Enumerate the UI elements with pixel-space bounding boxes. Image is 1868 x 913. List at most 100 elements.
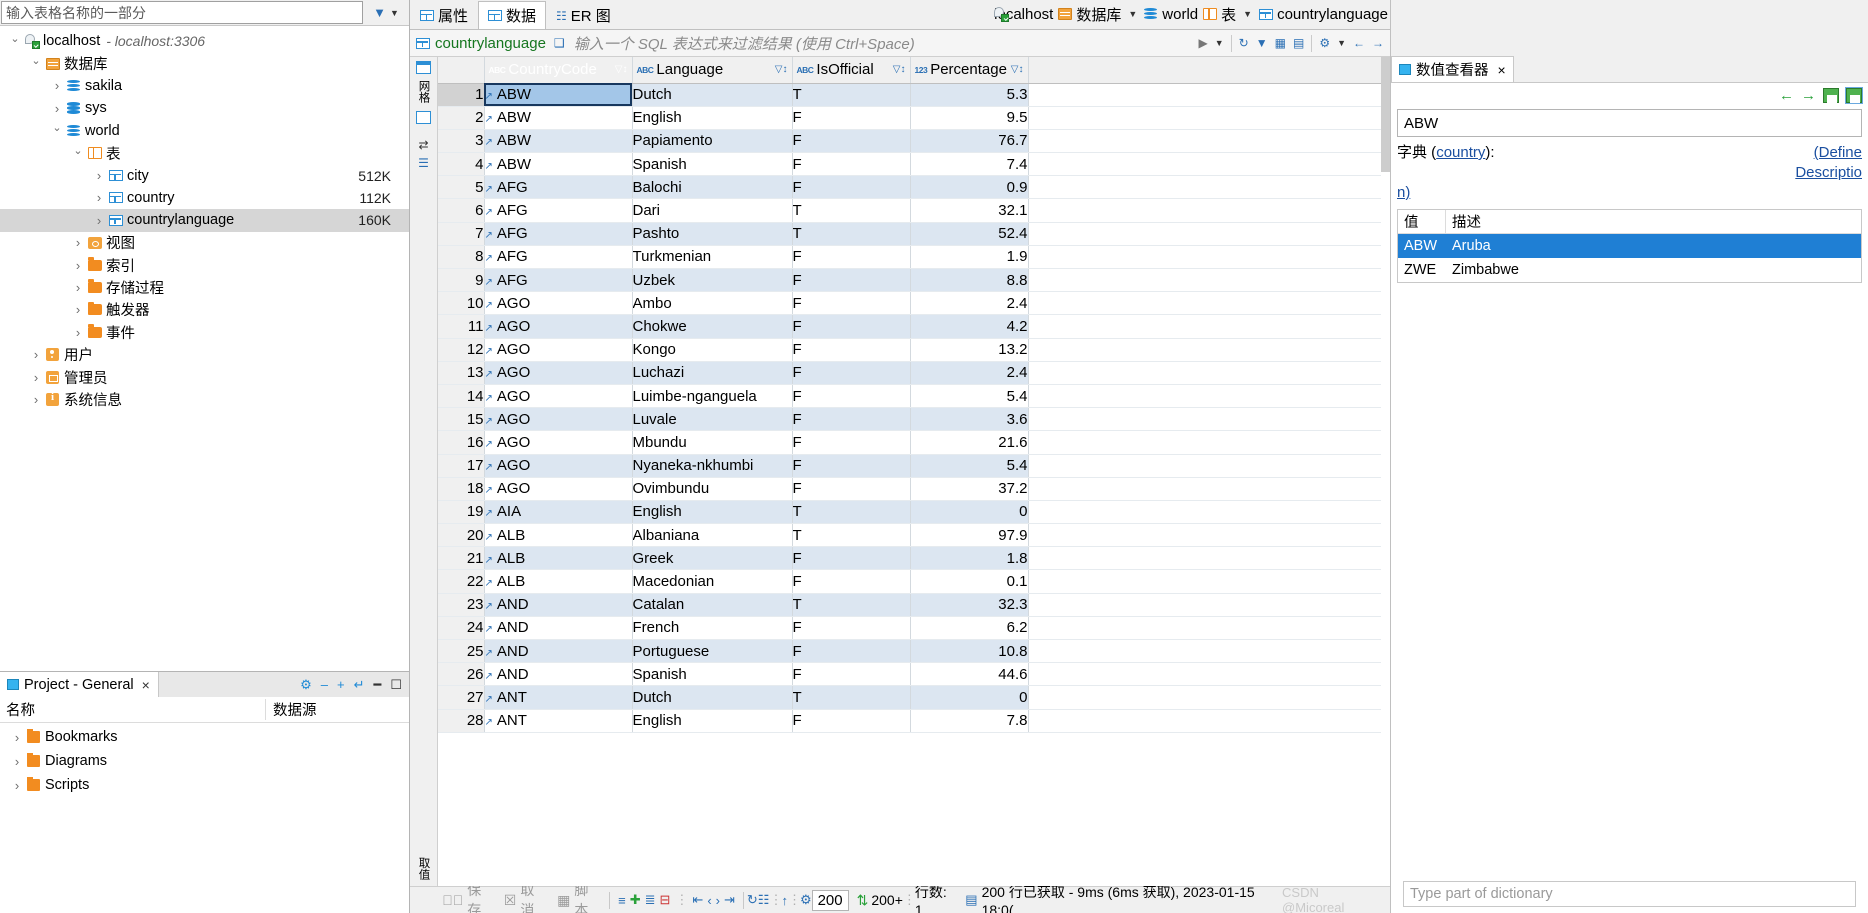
cell-countrycode[interactable]: ↗ AFG <box>484 222 633 246</box>
chevron-right-icon[interactable] <box>10 778 24 793</box>
cell-countrycode[interactable]: ↗ AIA <box>484 500 633 525</box>
tab-properties[interactable]: 属性 <box>410 1 479 29</box>
cell-isofficial[interactable]: T <box>792 523 911 548</box>
table-row[interactable]: 11 ↗ AGO Chokwe F 4.2 <box>438 314 1390 339</box>
cell-percentage[interactable]: 5.3 <box>910 83 1029 107</box>
tab-data[interactable]: 数据 <box>478 1 547 29</box>
expand-panel-icon[interactable]: ☰ <box>418 156 429 170</box>
grid-body[interactable]: 1 ↗ ABW Dutch T 5.3 2 ↗ ABW English F 9.5 3 ↗ ABW Papia… <box>438 83 1390 733</box>
table-row[interactable]: 10 ↗ AGO Ambo F 2.4 <box>438 291 1390 316</box>
chevron-right-icon[interactable] <box>71 235 85 250</box>
table-row[interactable]: 22 ↗ ALB Macedonian F 0.1 <box>438 569 1390 594</box>
row-number[interactable]: 3 <box>438 129 485 154</box>
cell-language[interactable]: Luimbe-nganguela <box>632 384 793 409</box>
row-number[interactable]: 18 <box>438 477 485 501</box>
cell-isofficial[interactable]: F <box>792 291 911 316</box>
duplicate-row-icon[interactable]: ≣ <box>645 892 656 908</box>
chevron-right-icon[interactable] <box>50 78 64 93</box>
tree-item-存储过程[interactable]: 存储过程 <box>0 276 409 298</box>
cell-isofficial[interactable]: F <box>792 338 911 362</box>
table-row[interactable]: 21 ↗ ALB Greek F 1.8 <box>438 546 1390 571</box>
chevron-down-icon[interactable]: ▼ <box>1215 38 1224 48</box>
cell-isofficial[interactable]: F <box>792 384 911 409</box>
grid-rownum-header[interactable] <box>438 57 485 84</box>
chevron-down-icon[interactable]: ▼ <box>390 8 399 18</box>
row-number[interactable]: 10 <box>438 291 485 316</box>
add-row-icon[interactable]: ✚ <box>630 892 641 908</box>
sort-filter-icon[interactable]: ▽↕ <box>1011 64 1024 75</box>
grid-column-header-IsOfficial[interactable]: ABC IsOfficial ▽↕ <box>792 57 911 84</box>
columns-icon[interactable]: ▤ <box>1293 36 1304 50</box>
prev-page-icon[interactable]: ‹ <box>707 893 711 908</box>
row-number[interactable]: 23 <box>438 593 485 617</box>
cell-isofficial[interactable]: F <box>792 152 911 177</box>
cell-countrycode[interactable]: ↗ ABW <box>484 152 633 177</box>
cell-isofficial[interactable]: T <box>792 685 911 710</box>
cell-percentage[interactable]: 44.6 <box>910 662 1029 687</box>
cell-isofficial[interactable]: F <box>792 616 911 641</box>
cell-isofficial[interactable]: F <box>792 454 911 478</box>
cell-language[interactable]: Ambo <box>632 291 793 316</box>
breadcrumb-item-表[interactable]: 表 <box>1203 4 1236 25</box>
cell-isofficial[interactable]: T <box>792 500 911 525</box>
cell-countrycode[interactable]: ↗ AND <box>484 662 633 687</box>
grid-column-header-Language[interactable]: ABC Language ▽↕ <box>632 57 793 84</box>
cell-countrycode[interactable]: ↗ ABW <box>484 106 633 130</box>
row-number[interactable]: 12 <box>438 338 485 362</box>
cell-countrycode[interactable]: ↗ ANT <box>484 685 633 710</box>
cell-isofficial[interactable]: F <box>792 430 911 455</box>
cell-countrycode[interactable]: ↗ AND <box>484 593 633 617</box>
cell-language[interactable]: English <box>632 500 793 525</box>
toolbar-handle[interactable]: ⋮ <box>769 892 782 908</box>
table-row[interactable]: 25 ↗ AND Portuguese F 10.8 <box>438 639 1390 664</box>
row-number[interactable]: 20 <box>438 523 485 548</box>
cell-percentage[interactable]: 0 <box>910 685 1029 710</box>
cell-language[interactable]: Albaniana <box>632 523 793 548</box>
table-row[interactable]: 17 ↗ AGO Nyaneka-nkhumbi F 5.4 <box>438 454 1390 478</box>
table-row[interactable]: 28 ↗ ANT English F 7.8 <box>438 709 1390 733</box>
cell-countrycode[interactable]: ↗ AFG <box>484 245 633 270</box>
cell-percentage[interactable]: 0.9 <box>910 175 1029 200</box>
forward-arrow-icon[interactable]: → <box>1801 87 1816 104</box>
grid-column-header-Percentage[interactable]: 123 Percentage ▽↕ <box>910 57 1029 84</box>
row-number[interactable]: 28 <box>438 709 485 733</box>
maximize-icon[interactable]: + <box>337 677 345 692</box>
cell-countrycode[interactable]: ↗ ABW <box>484 129 633 154</box>
back-arrow-icon[interactable]: ← <box>1779 87 1794 104</box>
chevron-right-icon[interactable] <box>71 280 85 295</box>
dictionary-table-rows[interactable]: ABW Aruba ZWE Zimbabwe <box>1398 234 1861 282</box>
cell-percentage[interactable]: 10.8 <box>910 639 1029 664</box>
cell-isofficial[interactable]: F <box>792 407 911 432</box>
table-row[interactable]: 6 ↗ AFG Dari T 32.1 <box>438 198 1390 223</box>
table-row[interactable]: 26 ↗ AND Spanish F 44.6 <box>438 662 1390 687</box>
gear-icon[interactable]: ⚙ <box>300 677 312 693</box>
cell-percentage[interactable]: 5.4 <box>910 384 1029 409</box>
tree-item-视图[interactable]: 视图 <box>0 232 409 254</box>
chevron-right-icon[interactable] <box>29 370 43 385</box>
cell-percentage[interactable]: 7.4 <box>910 152 1029 177</box>
collapse-panel-icon[interactable]: ⇄ <box>418 138 428 152</box>
table-row[interactable]: 8 ↗ AFG Turkmenian F 1.9 <box>438 245 1390 270</box>
cell-percentage[interactable]: 21.6 <box>910 430 1029 455</box>
grid-scrollbar[interactable] <box>1381 57 1390 886</box>
cell-countrycode[interactable]: ↗ AGO <box>484 407 633 432</box>
cell-countrycode[interactable]: ↗ AGO <box>484 361 633 385</box>
table-row[interactable]: 18 ↗ AGO Ovimbundu F 37.2 <box>438 477 1390 501</box>
tree-item-world[interactable]: world <box>0 120 409 142</box>
grid-column-header-CountryCode[interactable]: ABC CountryCode ▽↕ <box>484 57 633 84</box>
cell-language[interactable]: Nyaneka-nkhumbi <box>632 454 793 478</box>
dictionary-row[interactable]: ABW Aruba <box>1398 234 1861 258</box>
chevron-right-icon[interactable] <box>71 258 85 273</box>
cell-percentage[interactable]: 52.4 <box>910 222 1029 246</box>
row-number[interactable]: 27 <box>438 685 485 710</box>
tree-item-事件[interactable]: 事件 <box>0 321 409 343</box>
table-row[interactable]: 12 ↗ AGO Kongo F 13.2 <box>438 338 1390 362</box>
cell-isofficial[interactable]: F <box>792 477 911 501</box>
dictionary-define-link[interactable]: (Define <box>1814 144 1862 161</box>
table-row[interactable]: 13 ↗ AGO Luchazi F 2.4 <box>438 361 1390 385</box>
cell-isofficial[interactable]: F <box>792 546 911 571</box>
row-number[interactable]: 6 <box>438 198 485 223</box>
row-number[interactable]: 1 <box>438 83 485 107</box>
table-row[interactable]: 16 ↗ AGO Mbundu F 21.6 <box>438 430 1390 455</box>
row-number[interactable]: 13 <box>438 361 485 385</box>
